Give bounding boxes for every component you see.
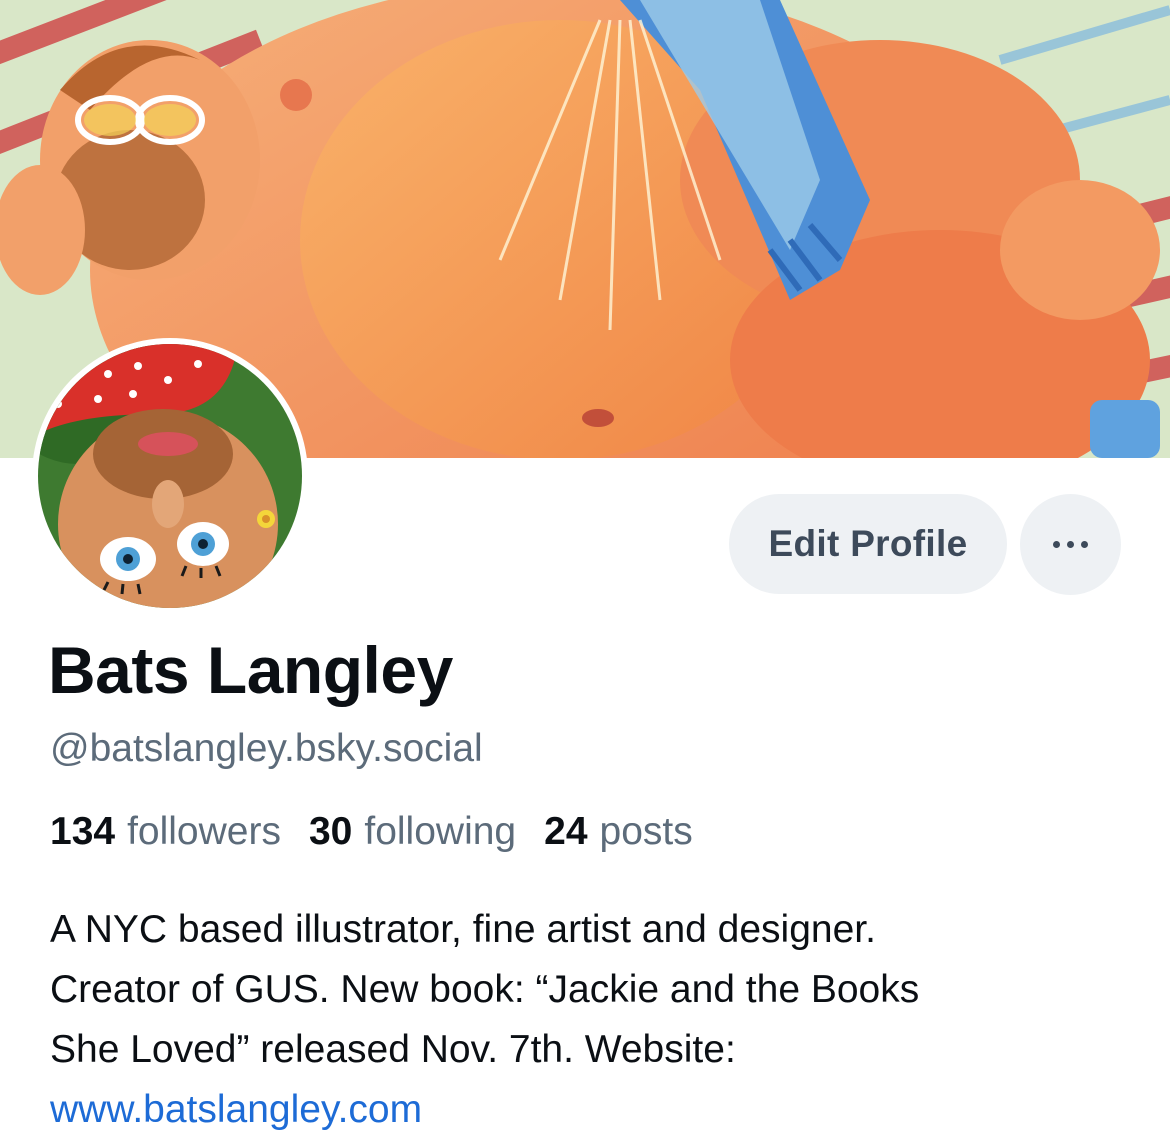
posts-stat: 24 posts (544, 810, 693, 854)
profile-handle: @batslangley.bsky.social (50, 727, 483, 770)
following-label: following (364, 810, 517, 853)
following-count: 30 (308, 810, 353, 853)
edit-profile-label: Edit Profile (768, 523, 968, 564)
more-options-button[interactable] (1020, 494, 1121, 595)
website-link[interactable]: www.batslangley.com (50, 1088, 422, 1131)
bio-line: A NYC based illustrator, fine artist and… (50, 908, 876, 951)
followers-stat[interactable]: 134 followers (50, 810, 281, 854)
followers-count: 134 (50, 810, 116, 853)
edit-profile-button[interactable]: Edit Profile (729, 494, 1007, 594)
display-name: Bats Langley (48, 633, 453, 707)
posts-label: posts (599, 810, 693, 853)
profile-avatar[interactable] (32, 338, 308, 614)
profile-bio: A NYC based illustrator, fine artist and… (50, 900, 1140, 1140)
followers-label: followers (127, 810, 281, 853)
bio-line: She Loved” released Nov. 7th. Website: (50, 1028, 736, 1071)
ellipsis-horizontal-icon (1053, 541, 1088, 548)
profile-page: Edit Profile Bats Langley @batslangley.b… (0, 0, 1170, 1143)
posts-count: 24 (544, 810, 588, 853)
bio-line: Creator of GUS. New book: “Jackie and th… (50, 968, 920, 1011)
profile-stats: 134 followers 30 following 24 posts (50, 810, 693, 854)
following-stat[interactable]: 30 following (309, 810, 516, 854)
